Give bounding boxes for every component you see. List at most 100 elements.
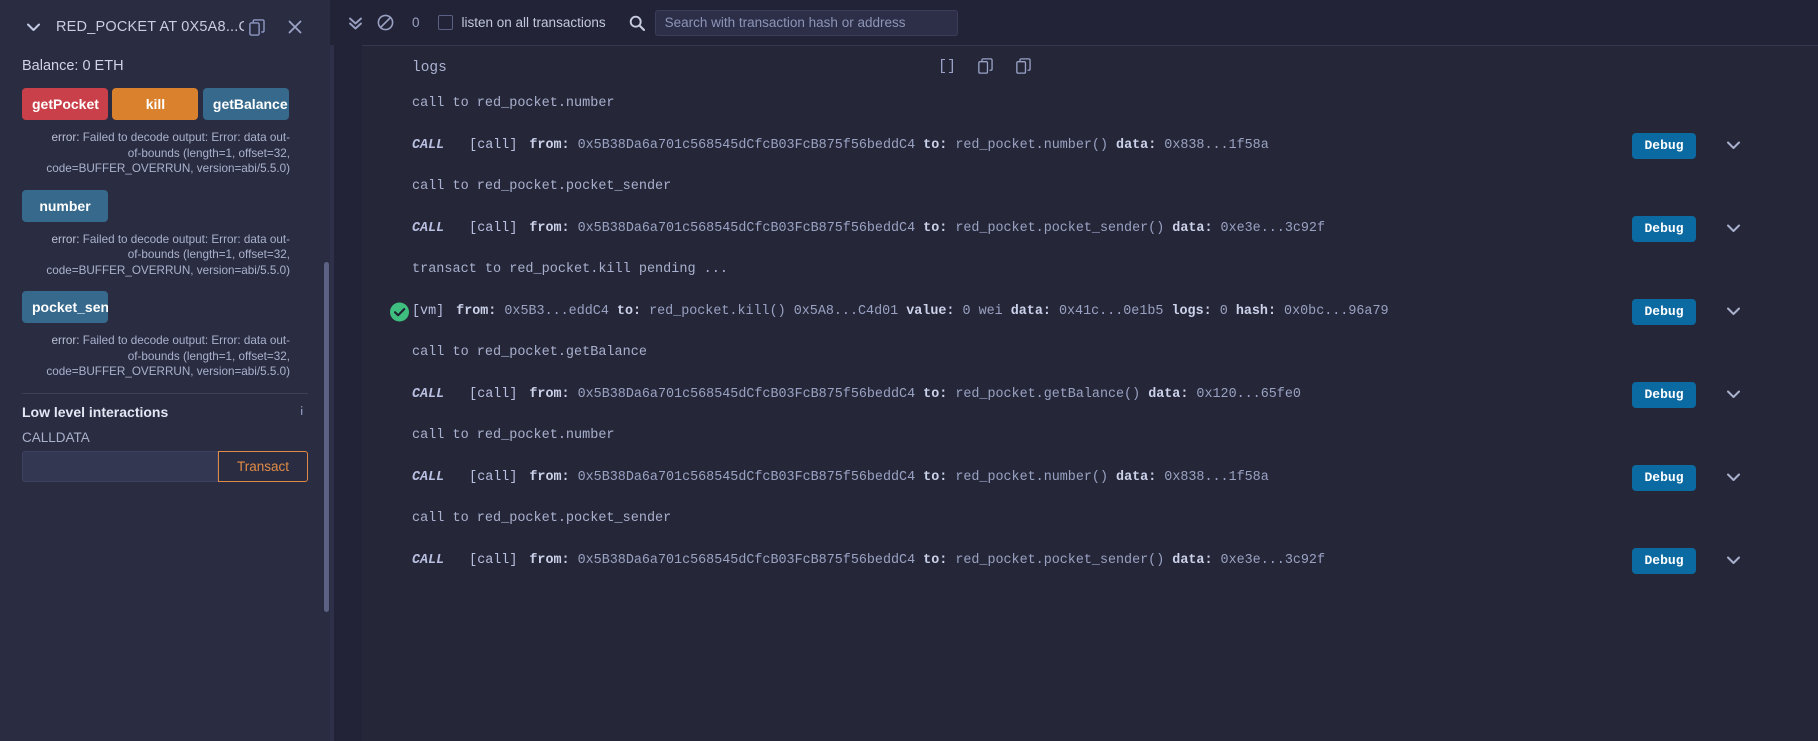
log-text-line: call to red_pocket.number [412,428,615,443]
log-entry-tag: CALL [412,470,445,485]
function-button-getBalance[interactable]: getBalance [202,88,289,120]
to-label: to: [923,221,948,236]
function-error-number: error: Failed to decode output: Error: d… [22,232,308,279]
log-entry-text: [vm] from: 0x5B3...eddC4 to: red_pocket.k… [412,304,1389,319]
copy-icon[interactable] [244,14,270,40]
data-label: data: [1010,304,1051,319]
logs-actions: [] [937,56,1033,76]
brackets-icon[interactable]: [] [937,56,957,76]
remix-deploy-and-run-screen: RED_POCKET AT 0X5A8...C4D Balance: 0 ETH… [0,0,1818,741]
contract-balance: Balance: 0 ETH [22,58,124,74]
sidebar-content: RED_POCKET AT 0X5A8...C4D Balance: 0 ETH… [0,0,330,741]
to-target: red_pocket.pocket_sender() [955,221,1165,236]
debug-button[interactable]: Debug [1632,381,1696,408]
no-entry-icon[interactable] [372,10,398,36]
data-value: 0x838...1f58a [1164,138,1269,153]
log-entry-row[interactable]: [vm] from: 0x5B3...eddC4 to: red_pocket.k… [362,286,1818,337]
error-label: error: [51,232,80,246]
log-entry-row[interactable]: CALL [call] from: 0x5B38Da6a701c568545dCfc… [362,369,1818,420]
log-entry-row[interactable]: CALL [call] from: 0x5B38Da6a701c568545dCfc… [362,120,1818,171]
close-icon[interactable] [282,14,308,40]
chevron-down-icon[interactable] [1724,303,1742,321]
function-error-pocket-sender: error: Failed to decode output: Error: d… [22,333,308,380]
logs-count: 0 [1219,304,1228,319]
sidebar-scrollbar-track[interactable] [322,0,330,741]
log-entry-text: CALL [call] from: 0x5B38Da6a701c568545dCfc… [412,470,1269,485]
debug-button[interactable]: Debug [1632,464,1696,491]
to-label: to: [616,304,642,319]
deployed-contract-sidebar: RED_POCKET AT 0X5A8...C4D Balance: 0 ETH… [0,0,330,741]
transact-button[interactable]: Transact [218,450,308,482]
function-button-number[interactable]: number [22,189,108,222]
function-button-kill[interactable]: kill [112,88,199,120]
chevron-down-icon[interactable] [22,16,44,38]
to-target: red_pocket.number() [955,470,1108,485]
data-value: 0xe3e...3c92f [1220,221,1325,236]
chevron-down-icon[interactable] [1724,552,1742,570]
chevron-down-icon[interactable] [1724,220,1742,238]
error-label: error: [51,334,80,347]
log-entry-tag: CALL [412,553,445,568]
to-target: red_pocket.number() [955,138,1108,153]
debug-button[interactable]: Debug [1632,298,1696,325]
success-check-icon [390,302,409,321]
log-entry-row[interactable]: CALL [call] from: 0x5B38Da6a701c568545dCfc… [362,203,1818,254]
log-text-line: call to red_pocket.pocket_sender [412,179,672,194]
debug-button[interactable]: Debug [1632,132,1696,159]
log-entry-row[interactable]: CALL [call] from: 0x5B38Da6a701c568545dCfc… [362,452,1818,503]
terminal-log-area: logs [] call to red_pocket.number CALL [… [362,45,1818,741]
sidebar-scrollbar-thumb[interactable] [324,262,329,612]
log-entry-tag: CALL [412,138,445,153]
to-label: to: [923,138,948,153]
from-address: 0x5B38Da6a701c568545dCfcB03FcB875f56bedd… [577,553,916,568]
from-label: from: [456,304,497,319]
panel-gutter [330,0,334,741]
search-icon[interactable] [629,15,645,31]
log-entry-kind: [call] [469,221,518,236]
log-entry-list: call to red_pocket.number CALL [call] from:… [362,88,1818,586]
error-text: Failed to decode output: Error: data out… [46,131,290,175]
calldata-row: Transact [22,450,308,482]
chevron-down-icon[interactable] [1724,386,1742,404]
listen-on-all-transactions-checkbox[interactable] [437,15,453,30]
contract-title: RED_POCKET AT 0X5A8...C4D [56,19,244,35]
info-icon[interactable] [295,404,308,421]
from-label: from: [529,553,570,568]
data-value: 0xe3e...3c92f [1220,553,1325,568]
hash-label: hash: [1235,304,1276,319]
log-entry-kind: [call] [469,138,518,153]
function-button-getPocket[interactable]: getPocket [22,88,108,120]
data-label: data: [1172,221,1213,236]
debug-button[interactable]: Debug [1632,215,1696,242]
to-address: 0x5A8...C4d01 [793,304,899,319]
copy-icon[interactable] [975,56,995,76]
debug-button[interactable]: Debug [1632,547,1696,574]
from-address: 0x5B38Da6a701c568545dCfcB03FcB875f56bedd… [577,221,916,236]
log-entry-text: CALL [call] from: 0x5B38Da6a701c568545dCfc… [412,387,1301,402]
data-value: 0x120...65fe0 [1196,387,1301,402]
from-label: from: [529,387,570,402]
data-label: data: [1148,387,1189,402]
log-entry-row[interactable]: CALL [call] from: 0x5B38Da6a701c568545dCfc… [362,535,1818,586]
to-target: red_pocket.pocket_sender() [955,553,1165,568]
listen-on-all-transactions-label[interactable]: listen on all transactions [462,15,606,30]
log-entry-text: CALL [call] from: 0x5B38Da6a701c568545dCfc… [412,553,1325,568]
log-text-line: call to red_pocket.number [412,96,615,111]
function-button-pocket-sender[interactable]: pocket_sender [22,291,108,323]
error-text: Failed to decode output: Error: data out… [46,334,290,378]
double-chevron-down-icon[interactable] [342,10,368,36]
log-entry-tag: CALL [412,221,445,236]
data-value: 0x41c...0e1b5 [1058,304,1164,319]
from-address: 0x5B3...eddC4 [504,304,609,319]
data-label: data: [1172,553,1213,568]
calldata-input[interactable] [22,450,218,482]
logs-header: logs [] [362,46,1818,88]
chevron-down-icon[interactable] [1724,137,1742,155]
logs-title: logs [412,60,447,76]
log-entry-kind: [call] [469,387,518,402]
copy-alt-icon[interactable] [1013,56,1033,76]
value-label: value: [906,304,955,319]
chevron-down-icon[interactable] [1724,469,1742,487]
to-label: to: [923,387,948,402]
search-input[interactable] [654,9,958,36]
